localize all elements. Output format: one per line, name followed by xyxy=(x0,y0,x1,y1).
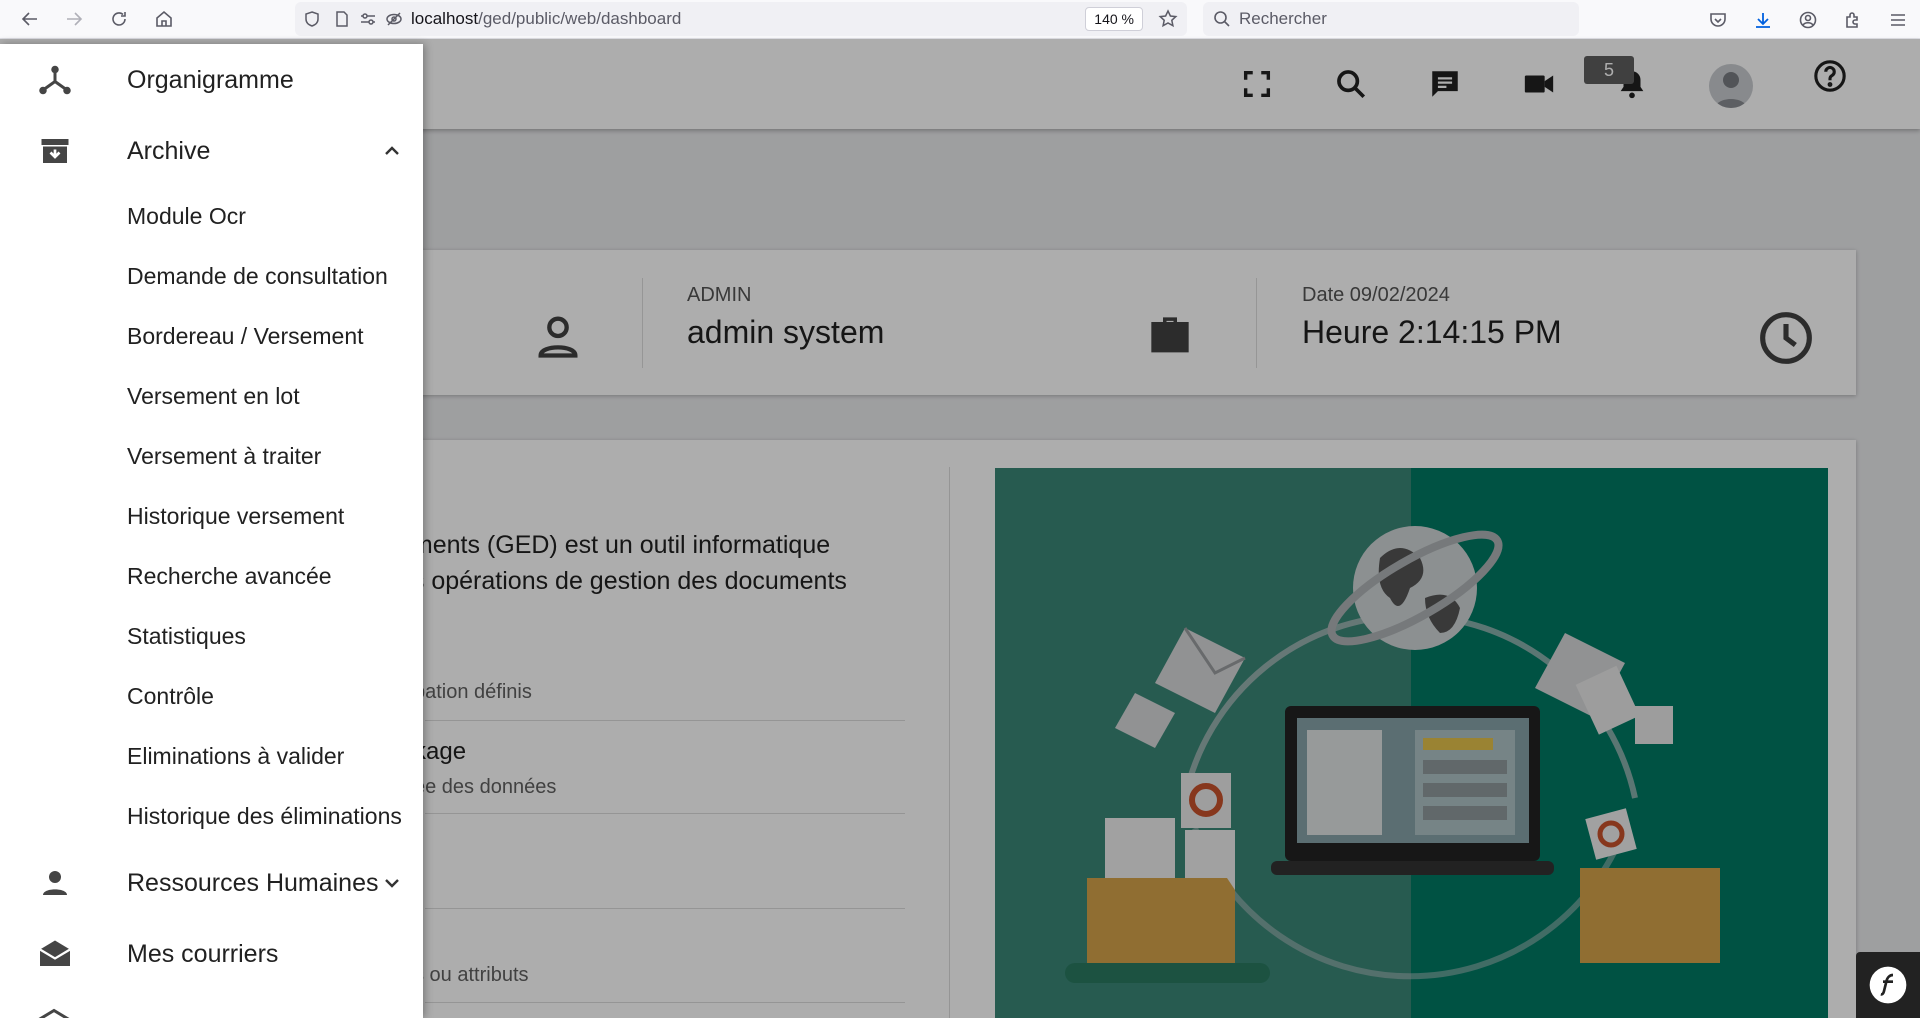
url-text[interactable]: localhost/ged/public/web/dashboard xyxy=(411,9,681,29)
search-icon xyxy=(1214,11,1230,27)
archive-subitem-historique-eliminations[interactable]: Historique des éliminations xyxy=(127,799,402,833)
org-chart-icon xyxy=(36,61,74,99)
shield-icon[interactable] xyxy=(295,2,329,36)
symfony-toolbar-icon[interactable] xyxy=(1856,952,1920,1018)
sidebar-item-organigramme[interactable]: Organigramme xyxy=(0,50,423,110)
archive-subitem-eliminations-a-valider[interactable]: Eliminations à valider xyxy=(127,739,344,773)
tracking-off-icon[interactable] xyxy=(381,2,407,36)
person-icon xyxy=(36,864,74,902)
archive-box-icon xyxy=(36,132,74,170)
home-icon[interactable] xyxy=(142,0,186,39)
archive-subitem-versement-a-traiter[interactable]: Versement à traiter xyxy=(127,439,321,473)
mail-open-icon xyxy=(36,935,74,973)
address-bar[interactable]: localhost/ged/public/web/dashboard 140 % xyxy=(295,2,1187,36)
permissions-icon[interactable] xyxy=(355,2,381,36)
sidebar-item-mes-courriers[interactable]: Mes courriers xyxy=(0,924,423,984)
archive-subitem-controle[interactable]: Contrôle xyxy=(127,679,214,713)
archive-subitem-bordereau-versement[interactable]: Bordereau / Versement xyxy=(127,319,364,353)
partial-next-icon xyxy=(36,1006,74,1018)
sidebar-item-label: Organigramme xyxy=(127,65,294,94)
reload-icon[interactable] xyxy=(97,0,141,39)
sidebar-item-label: Mes courriers xyxy=(127,939,279,968)
search-placeholder: Rechercher xyxy=(1239,9,1327,28)
archive-subitem-module-ocr[interactable]: Module Ocr xyxy=(127,199,246,233)
sidebar-item-label: Ressources Humaines xyxy=(127,868,379,897)
chevron-down-icon[interactable] xyxy=(380,871,404,895)
forward-icon[interactable] xyxy=(52,0,96,39)
archive-subitem-recherche-avancee[interactable]: Recherche avancée xyxy=(127,559,332,593)
sidebar-item-archive[interactable]: Archive xyxy=(0,121,423,181)
browser-toolbar: localhost/ged/public/web/dashboard 140 %… xyxy=(0,0,1920,39)
archive-subitem-statistiques[interactable]: Statistiques xyxy=(127,619,246,653)
sidebar-item-label: Archive xyxy=(127,136,211,165)
pocket-icon[interactable] xyxy=(1695,0,1740,39)
sidebar-item-ressources-humaines[interactable]: Ressources Humaines xyxy=(0,853,423,913)
bookmark-star-icon[interactable] xyxy=(1155,6,1181,32)
browser-search-input[interactable]: Rechercher xyxy=(1203,2,1579,36)
page-icon[interactable] xyxy=(329,2,355,36)
zoom-level-badge[interactable]: 140 % xyxy=(1085,7,1143,31)
sidebar-drawer: Organigramme Archive Module Ocr Demande … xyxy=(0,44,423,1018)
archive-subitem-demande-consultation[interactable]: Demande de consultation xyxy=(127,259,388,293)
downloads-icon[interactable] xyxy=(1740,0,1785,39)
back-icon[interactable] xyxy=(8,0,52,39)
menu-icon[interactable] xyxy=(1875,0,1920,39)
archive-subitem-versement-en-lot[interactable]: Versement en lot xyxy=(127,379,300,413)
chevron-up-icon[interactable] xyxy=(380,139,404,163)
archive-subitem-historique-versement[interactable]: Historique versement xyxy=(127,499,344,533)
